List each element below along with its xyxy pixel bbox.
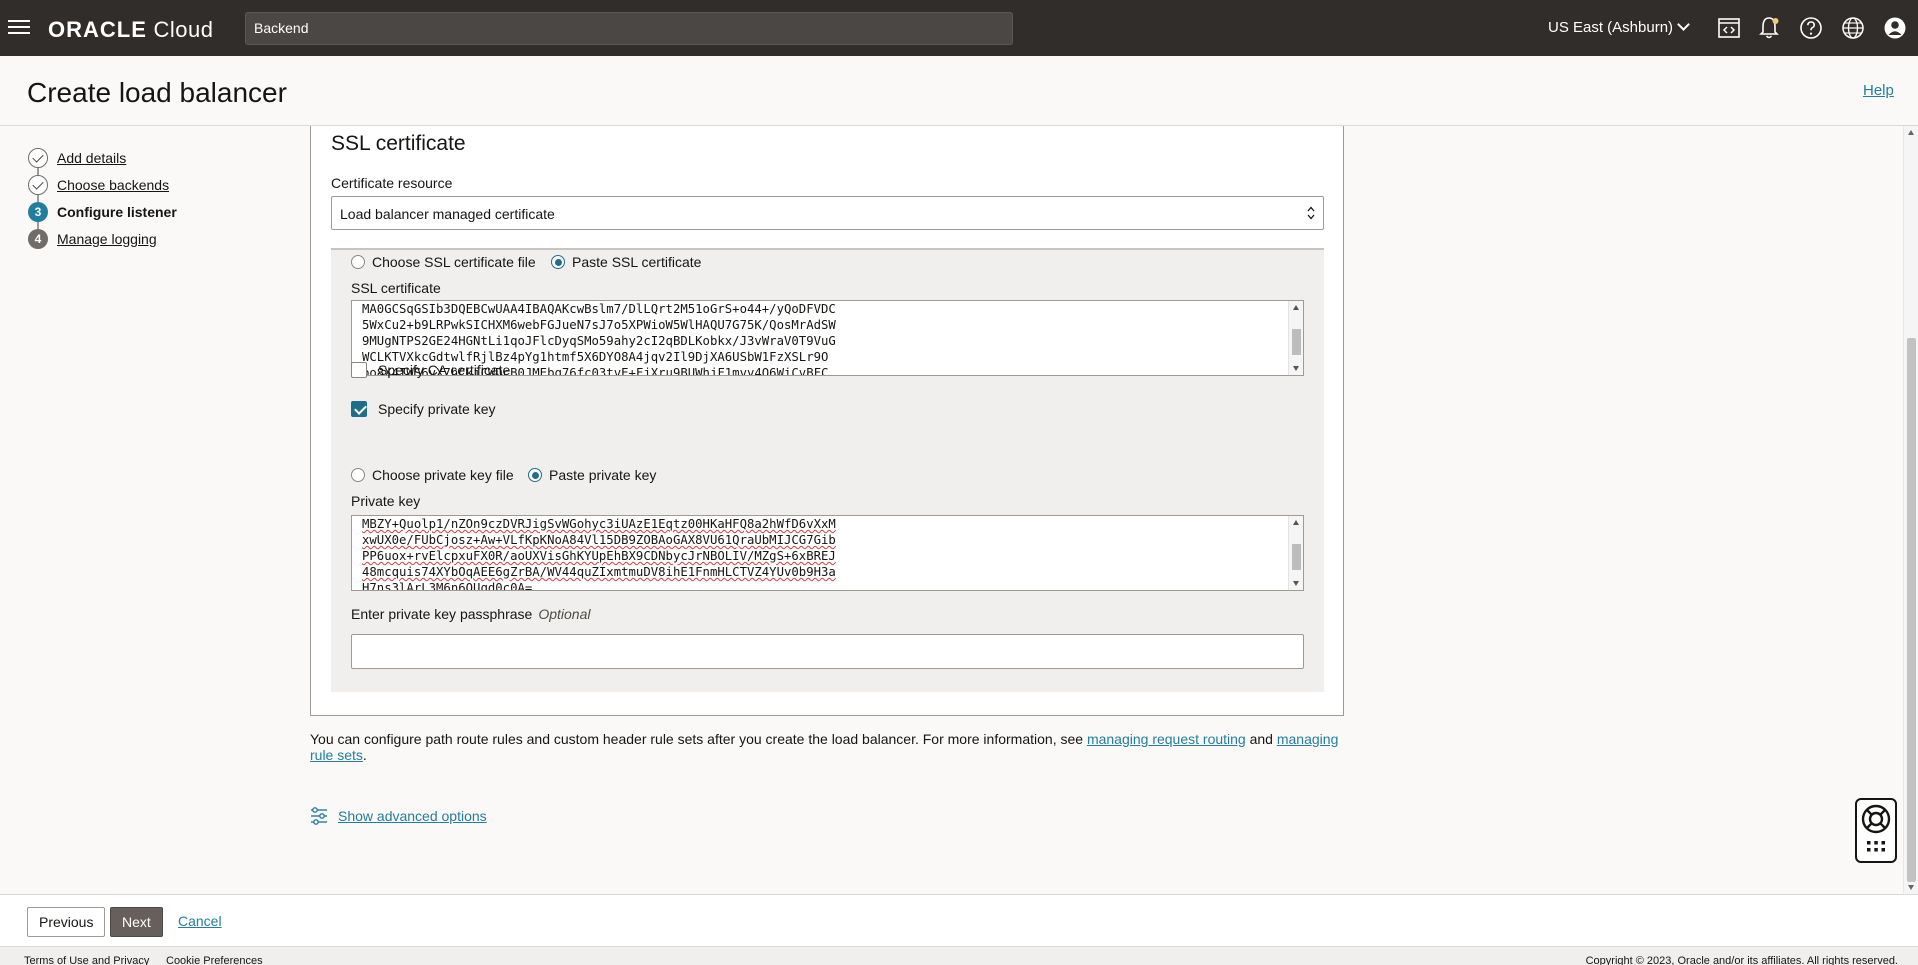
- radio-selected-icon: [551, 255, 565, 269]
- scroll-up-arrow-icon[interactable]: [1293, 520, 1299, 525]
- section-title: SSL certificate: [331, 132, 466, 155]
- info-text: You can configure path route rules and c…: [310, 731, 1087, 747]
- chevron-down-icon: [1677, 18, 1690, 31]
- next-button[interactable]: Next: [110, 907, 163, 937]
- search-input[interactable]: Backend: [245, 12, 1013, 45]
- radio-label: Choose private key file: [372, 467, 514, 483]
- notifications-bell-icon[interactable]: [1756, 15, 1782, 41]
- ssl-certificate-panel: SSL certificate Certificate resource Loa…: [310, 126, 1344, 716]
- step-label: Manage logging: [57, 231, 157, 247]
- passphrase-label: Enter private key passphrase Optional: [351, 606, 590, 622]
- paste-ssl-certificate-radio[interactable]: Paste SSL certificate: [551, 254, 701, 270]
- step-connector: [37, 195, 39, 202]
- help-icon[interactable]: [1798, 15, 1824, 41]
- brand-oracle: ORACLE: [48, 17, 147, 42]
- radio-off-icon: [351, 468, 365, 482]
- region-selector[interactable]: US East (Ashburn): [1548, 18, 1690, 36]
- private-key-textarea[interactable]: MBZY+Quolp1/nZOn9czDVRJigSvWGohyc3iUAzE1…: [351, 515, 1304, 591]
- radio-label: Paste SSL certificate: [572, 254, 702, 270]
- sliders-icon: [311, 807, 327, 825]
- brand-cloud: Cloud: [153, 17, 214, 42]
- step-connector: [37, 222, 39, 229]
- ssl-settings-subpanel: Choose SSL certificate file Paste SSL ce…: [331, 248, 1324, 692]
- step-number: 3: [28, 202, 48, 222]
- radio-selected-icon: [528, 468, 542, 482]
- radio-off-icon: [351, 255, 365, 269]
- cookie-preferences-link[interactable]: Cookie Preferences: [166, 955, 263, 965]
- radio-label: Choose SSL certificate file: [372, 254, 536, 270]
- info-end: .: [362, 747, 367, 763]
- checkbox-checked-icon: [351, 401, 367, 417]
- textarea-scrollbar[interactable]: [1288, 516, 1303, 590]
- textarea-scrollbar[interactable]: [1288, 301, 1303, 375]
- specify-ca-certificate-checkbox[interactable]: Specify CA certificate: [351, 362, 510, 378]
- step-label: Configure listener: [57, 204, 177, 220]
- scroll-down-arrow-icon[interactable]: [1908, 885, 1914, 890]
- optional-tag: Optional: [538, 606, 591, 622]
- scroll-up-arrow-icon[interactable]: [1293, 305, 1299, 310]
- ssl-certificate-label: SSL certificate: [351, 280, 441, 296]
- private-key-label: Private key: [351, 493, 421, 509]
- radio-label: Paste private key: [549, 467, 657, 483]
- previous-button[interactable]: Previous: [27, 907, 106, 937]
- select-updown-icon: [1307, 206, 1315, 220]
- copyright-text: Copyright © 2023, Oracle and/or its affi…: [1585, 955, 1898, 965]
- private-key-text: MBZY+Quolp1/nZOn9czDVRJigSvWGohyc3iUAzE1…: [362, 517, 836, 591]
- step-complete-check-icon: [28, 148, 48, 168]
- page-scrollbar[interactable]: [1903, 126, 1918, 894]
- scroll-down-arrow-icon[interactable]: [1293, 581, 1299, 586]
- choose-private-key-file-radio[interactable]: Choose private key file: [351, 467, 514, 483]
- managing-request-routing-link[interactable]: managing request routing: [1087, 731, 1246, 747]
- step-complete-check-icon: [28, 175, 48, 195]
- specify-private-key-checkbox[interactable]: Specify private key: [351, 401, 496, 417]
- step-number: 4: [28, 229, 48, 249]
- cloud-shell-icon[interactable]: [1716, 15, 1742, 41]
- paste-private-key-radio[interactable]: Paste private key: [528, 467, 656, 483]
- certificate-resource-label: Certificate resource: [331, 175, 453, 191]
- oracle-cloud-logo[interactable]: ORACLE Cloud: [48, 17, 214, 43]
- private-key-passphrase-input[interactable]: [351, 634, 1304, 669]
- step-label: Choose backends: [57, 177, 170, 193]
- scroll-thumb[interactable]: [1292, 329, 1301, 355]
- choose-ssl-file-radio[interactable]: Choose SSL certificate file: [351, 254, 536, 270]
- user-profile-icon[interactable]: [1882, 15, 1908, 41]
- checkbox-label: Specify private key: [378, 401, 496, 417]
- terms-link[interactable]: Terms of Use and Privacy: [24, 955, 149, 965]
- menu-icon[interactable]: [8, 17, 30, 37]
- page-footer: Terms of Use and Privacy Cookie Preferen…: [0, 946, 1918, 965]
- lifebuoy-icon: [1861, 804, 1891, 852]
- scroll-thumb[interactable]: [1292, 544, 1301, 570]
- show-advanced-options[interactable]: Show advanced options: [310, 807, 487, 825]
- language-globe-icon[interactable]: [1840, 15, 1866, 41]
- page-scroll-thumb[interactable]: [1907, 338, 1916, 882]
- show-advanced-options-link[interactable]: Show advanced options: [338, 808, 487, 824]
- step-label: Add details: [57, 150, 127, 166]
- checkbox-unchecked-icon: [351, 362, 367, 378]
- help-lifebuoy-widget[interactable]: [1855, 798, 1897, 863]
- step-connector: [37, 168, 39, 175]
- scroll-down-arrow-icon[interactable]: [1293, 366, 1299, 371]
- passphrase-label-text: Enter private key passphrase: [351, 606, 533, 622]
- help-link[interactable]: Help: [1863, 82, 1894, 99]
- region-label: US East (Ashburn): [1548, 19, 1674, 36]
- certificate-resource-select[interactable]: Load balancer managed certificate: [331, 196, 1324, 230]
- page-title: Create load balancer: [27, 77, 287, 108]
- page-header: Create load balancer Help: [0, 56, 1918, 126]
- top-navbar: ORACLE Cloud Backend US East (Ashburn): [0, 0, 1918, 56]
- info-and: and: [1245, 731, 1277, 747]
- certificate-resource-value: Load balancer managed certificate: [340, 206, 555, 222]
- wizard-footer: Previous Next Cancel: [0, 894, 1918, 946]
- checkbox-label: Specify CA certificate: [378, 362, 511, 378]
- routing-info-text: You can configure path route rules and c…: [310, 731, 1350, 763]
- cancel-link[interactable]: Cancel: [178, 913, 222, 943]
- scroll-up-arrow-icon[interactable]: [1908, 130, 1914, 135]
